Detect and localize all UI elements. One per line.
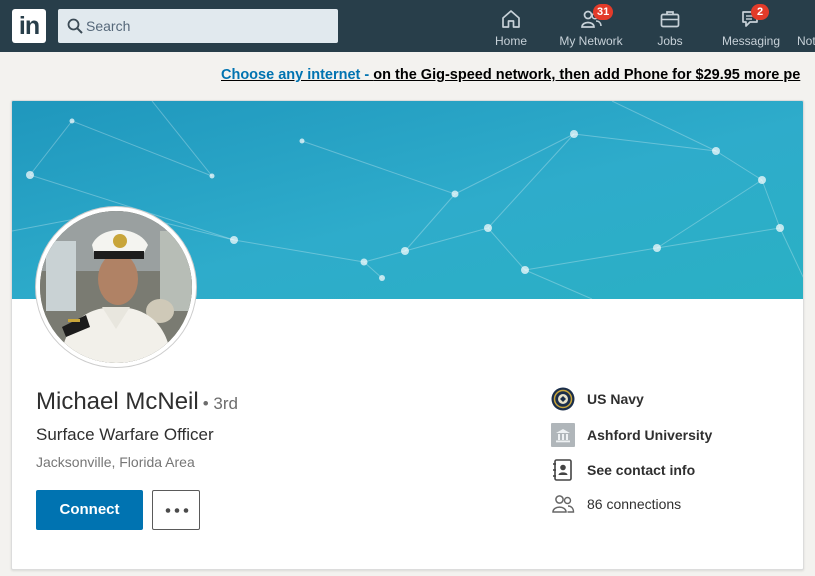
- more-actions-button[interactable]: [152, 490, 200, 530]
- search-input[interactable]: Search: [58, 9, 338, 43]
- ad-banner[interactable]: Choose any internet - on the Gig-speed n…: [221, 67, 800, 83]
- connection-degree: • 3rd: [202, 394, 238, 413]
- nav-my-network-label: My Network: [559, 34, 623, 48]
- nav-messaging[interactable]: 2 Messaging: [718, 0, 784, 52]
- contact-card-icon: [553, 459, 572, 481]
- search-placeholder: Search: [86, 18, 131, 34]
- nav-notifications[interactable]: Not: [795, 0, 815, 52]
- profile-photo[interactable]: [36, 207, 196, 367]
- nav-messaging-label: Messaging: [721, 34, 781, 48]
- network-badge: 31: [593, 4, 614, 20]
- nav-jobs-label: Jobs: [657, 34, 683, 48]
- home-icon: [502, 10, 520, 28]
- ad-link[interactable]: Choose any internet -: [221, 67, 373, 83]
- search-icon: [67, 18, 83, 34]
- school-name: Ashford University: [587, 427, 713, 443]
- connect-button[interactable]: Connect: [36, 490, 143, 530]
- nav-jobs[interactable]: Jobs: [650, 0, 690, 52]
- nav-notifications-label: Not: [797, 34, 815, 48]
- messaging-badge: 2: [751, 4, 769, 20]
- profile-photo-image: [40, 211, 192, 363]
- profile-location: Jacksonville, Florida Area: [36, 454, 195, 470]
- nav-home[interactable]: Home: [487, 0, 535, 52]
- nav-home-label: Home: [494, 34, 527, 48]
- profile-card: Michael McNeil • 3rd Surface Warfare Offi…: [11, 100, 804, 570]
- top-nav: in Search Home 31 My Network Jobs 2 Mess…: [0, 0, 815, 52]
- company-name: US Navy: [587, 391, 644, 407]
- nav-my-network[interactable]: 31 My Network: [555, 0, 627, 52]
- connections-label: 86 connections: [587, 496, 682, 512]
- ad-text: on the Gig-speed network, then add Phone…: [373, 67, 801, 83]
- profile-name: Michael McNeil: [36, 388, 199, 415]
- briefcase-icon: [660, 11, 680, 28]
- profile-headline: Surface Warfare Officer: [36, 425, 214, 444]
- more-icon: [165, 508, 189, 513]
- contact-info-label: See contact info: [587, 462, 696, 478]
- school-icon: [551, 423, 575, 447]
- connections-icon: [552, 495, 575, 513]
- us-navy-logo-icon: [551, 387, 575, 411]
- linkedin-logo[interactable]: in: [12, 9, 46, 43]
